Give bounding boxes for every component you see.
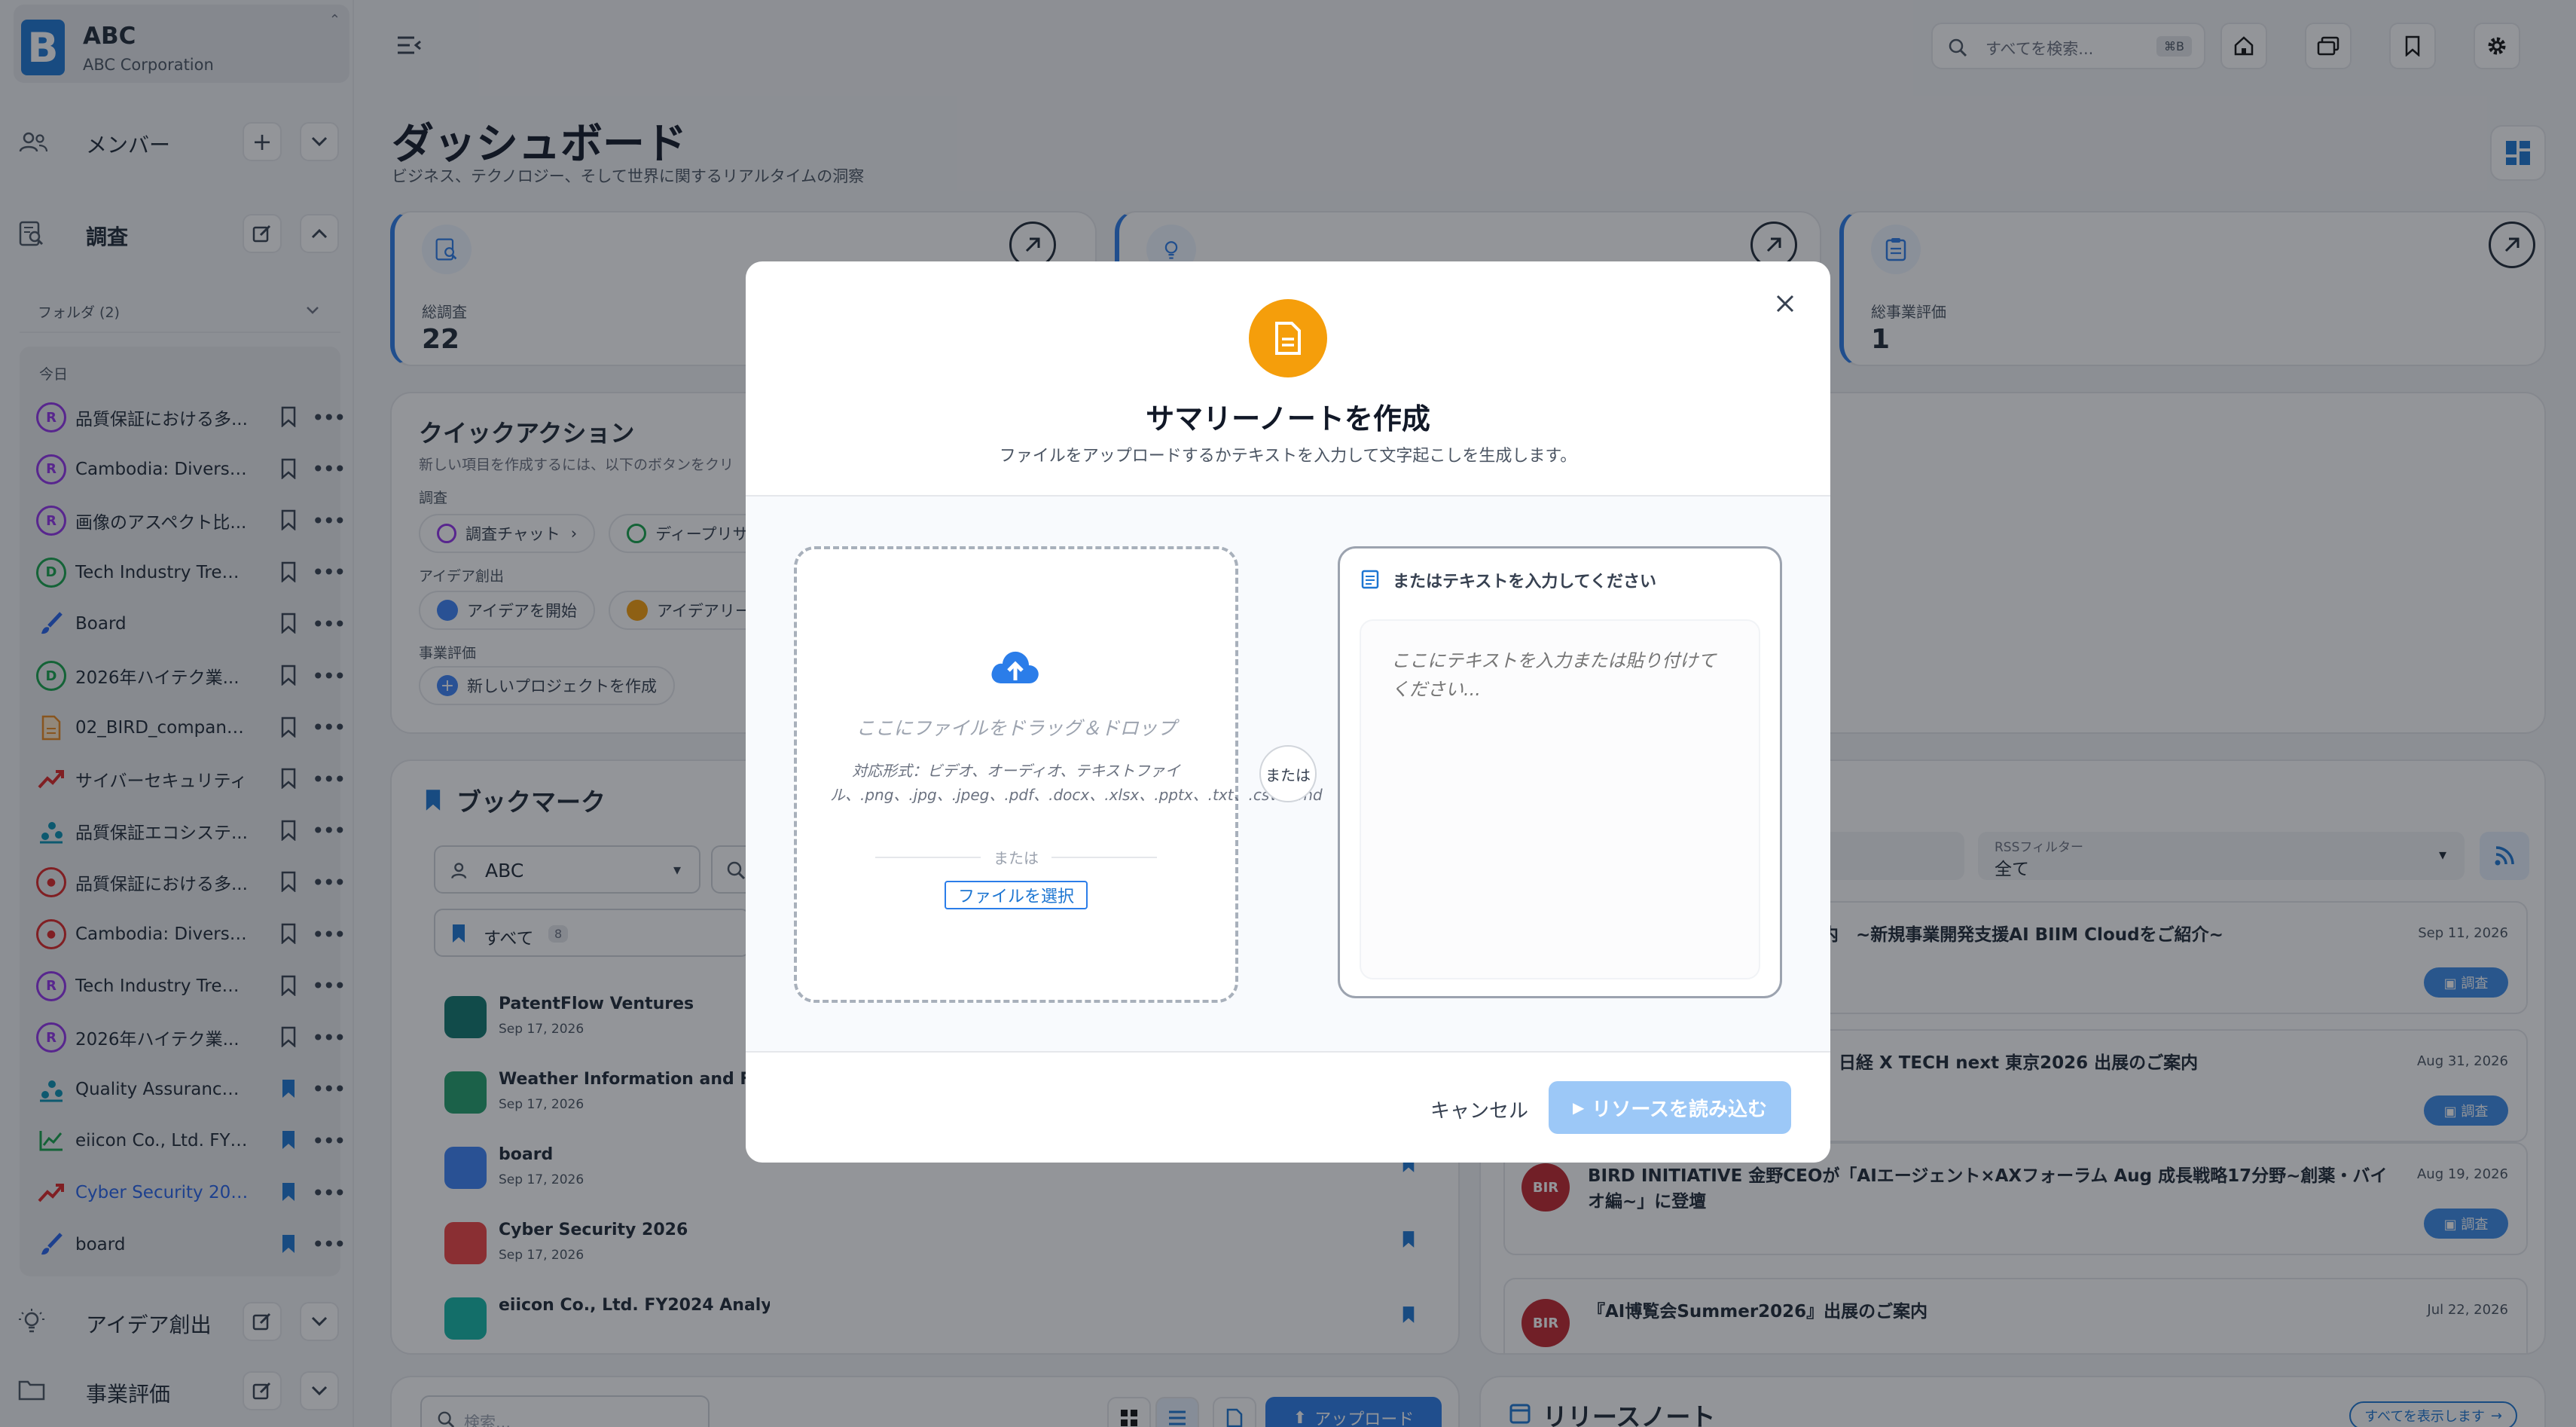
document-icon — [1275, 322, 1301, 355]
text-input-panel: またはテキストを入力してください — [1338, 546, 1782, 998]
load-resource-label: リソースを読み込む — [1592, 1098, 1768, 1121]
load-resource-button[interactable]: ▶ リソースを読み込む — [1549, 1081, 1791, 1134]
text-input[interactable] — [1360, 619, 1760, 979]
or-circle-label: または — [1265, 765, 1311, 784]
cancel-button[interactable]: キャンセル — [1390, 1083, 1568, 1135]
or-circle: または — [1259, 745, 1317, 802]
modal-body: ここにファイルをドラッグ＆ドロップ 対応形式：ビデオ、オーディオ、テキストファイ… — [746, 495, 1830, 1053]
drop-text: ここにファイルをドラッグ＆ドロップ — [856, 717, 1177, 739]
close-button[interactable] — [1770, 289, 1800, 319]
divider-right — [1051, 857, 1157, 858]
modal-subtitle: ファイルをアップロードするかテキストを入力して文字起こしを生成します。 — [999, 447, 1577, 466]
play-icon: ▶ — [1572, 1099, 1585, 1117]
supported-formats: 対応形式：ビデオ、オーディオ、テキストファイル、.png、.jpg、.jpeg、… — [830, 762, 1323, 804]
close-icon — [1776, 295, 1794, 313]
summary-note-modal: サマリーノートを作成 ファイルをアップロードするかテキストを入力して文字起こしを… — [746, 261, 1830, 1163]
modal-icon — [1249, 299, 1327, 377]
cloud-upload-icon — [991, 651, 1039, 683]
file-dropzone[interactable]: ここにファイルをドラッグ＆ドロップ 対応形式：ビデオ、オーディオ、テキストファイ… — [794, 546, 1323, 1003]
dropzone-or: または — [993, 849, 1039, 867]
select-file-label: ファイルを選択 — [957, 888, 1074, 906]
modal-title: サマリーノートを作成 — [1146, 402, 1430, 435]
select-file-button[interactable]: ファイルを選択 — [945, 881, 1088, 909]
text-document-icon — [1361, 570, 1379, 589]
text-panel-header: またはテキストを入力してください — [1393, 573, 1657, 591]
cancel-label: キャンセル — [1430, 1099, 1528, 1123]
